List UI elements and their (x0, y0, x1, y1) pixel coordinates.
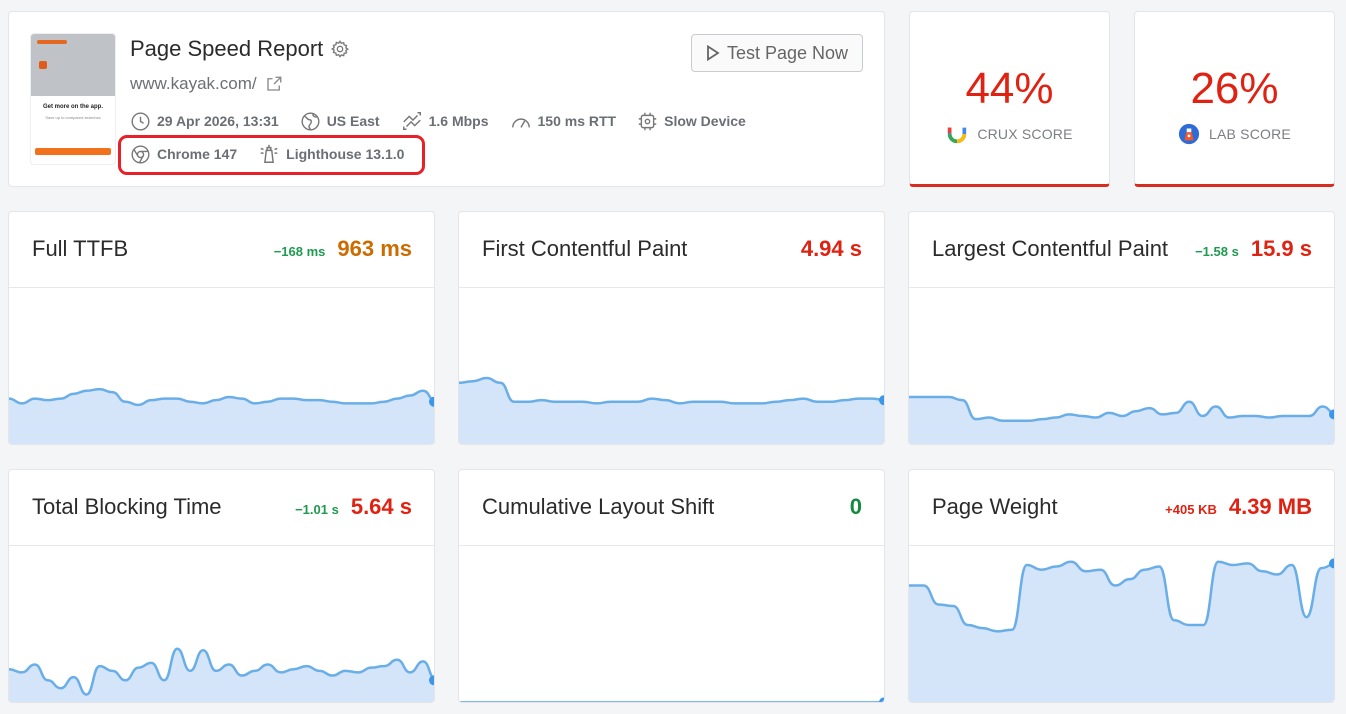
metric-values: −168 ms 963 ms (274, 236, 412, 262)
external-link-icon[interactable] (265, 75, 283, 93)
meta-label: US East (326, 113, 380, 129)
metric-name: Largest Contentful Paint (932, 236, 1169, 261)
test-page-now-label: Test Page Now (726, 42, 849, 63)
thumbnail-subline: Save up to compared searches (45, 115, 101, 120)
metric-card-full-ttfb[interactable]: Full TTFB −168 ms 963 ms (8, 211, 435, 445)
metric-values: 0 (838, 494, 862, 520)
crux-score-card[interactable]: 44% CRUX SCORE (909, 11, 1110, 187)
meta-item: 150 ms RTT (510, 110, 617, 132)
crux-logo-icon (948, 127, 967, 144)
metric-name: Page Weight (932, 494, 1058, 519)
metric-name: Total Blocking Time (32, 494, 222, 519)
meta-label: 29 Apr 2026, 13:31 (157, 113, 279, 129)
metric-header: First Contentful Paint 4.94 s (459, 212, 884, 288)
metric-header: Full TTFB −168 ms 963 ms (9, 212, 434, 288)
metric-card-first-contentful-paint[interactable]: First Contentful Paint 4.94 s (458, 211, 885, 445)
connection-speed-icon (402, 112, 421, 130)
report-header-card: Get more on the app. Save up to compared… (8, 11, 885, 187)
clock-icon (131, 111, 150, 131)
meta-item: Slow Device (637, 111, 746, 132)
crux-score-label-row: CRUX SCORE (910, 123, 1109, 145)
metric-delta: −1.58 s (1195, 244, 1239, 259)
metric-value: 15.9 s (1250, 236, 1312, 261)
gear-icon[interactable] (330, 39, 350, 59)
page-url-row: www.kayak.com/ (130, 74, 283, 94)
metric-header: Cumulative Layout Shift 0 (459, 470, 884, 546)
page-url-link[interactable]: www.kayak.com/ (130, 74, 257, 94)
crux-score-value: 44% (965, 64, 1054, 113)
globe-icon (301, 111, 320, 131)
sparkline-area (9, 648, 434, 702)
metric-value: 0 (849, 494, 862, 519)
metric-name: Full TTFB (32, 236, 129, 261)
metric-delta: +405 KB (1165, 502, 1217, 517)
metric-value: 4.94 s (800, 236, 862, 261)
metric-header: Total Blocking Time −1.01 s 5.64 s (9, 470, 434, 546)
meta-item: 1.6 Mbps (401, 110, 489, 132)
metric-value: 963 ms (337, 236, 412, 261)
meta-label: 150 ms RTT (537, 113, 617, 129)
metric-trend-sparkline (459, 376, 884, 444)
test-settings-row: 29 Apr 2026, 13:31 US East 1.6 Mbps 150 … (130, 110, 767, 132)
metric-card-total-blocking-time[interactable]: Total Blocking Time −1.01 s 5.64 s (8, 469, 435, 703)
metric-trend-sparkline (9, 647, 434, 702)
metric-delta: −168 ms (273, 244, 326, 259)
sparkline-area (459, 702, 885, 703)
metric-header: Largest Contentful Paint −1.58 s 15.9 s (909, 212, 1334, 288)
metric-trend-sparkline (909, 395, 1334, 444)
lab-score-value: 26% (1190, 64, 1279, 113)
metric-value: 4.39 MB (1228, 494, 1312, 519)
lab-score-label: LAB SCORE (1209, 126, 1291, 142)
metric-trend-sparkline (909, 558, 1334, 702)
latency-gauge-icon (511, 118, 530, 128)
metric-name: Cumulative Layout Shift (482, 494, 715, 519)
metric-values: 4.94 s (789, 236, 862, 262)
meta-item: US East (300, 111, 380, 132)
test-page-now-button[interactable]: Test Page Now (691, 34, 863, 72)
metric-trend-sparkline (9, 387, 434, 444)
metric-card-largest-contentful-paint[interactable]: Largest Contentful Paint −1.58 s 15.9 s (908, 211, 1335, 445)
metric-value: 5.64 s (350, 494, 412, 519)
metric-values: −1.58 s 15.9 s (1195, 236, 1312, 262)
meta-label: Slow Device (664, 113, 746, 129)
metric-name: First Contentful Paint (482, 236, 688, 261)
metric-delta: −1.01 s (295, 502, 339, 517)
page-title-row: Page Speed Report (130, 36, 350, 62)
metric-header: Page Weight +405 KB 4.39 MB (909, 470, 1334, 546)
sparkline-area (909, 397, 1334, 444)
meta-label: 1.6 Mbps (428, 113, 489, 129)
sparkline-line (459, 376, 884, 405)
crux-score-label: CRUX SCORE (977, 126, 1073, 142)
metric-card-page-weight[interactable]: Page Weight +405 KB 4.39 MB (908, 469, 1335, 703)
metric-values: −1.01 s 5.64 s (295, 494, 412, 520)
lab-score-card[interactable]: 26% LAB SCORE (1134, 11, 1335, 187)
lab-score-label-row: LAB SCORE (1135, 123, 1334, 145)
highlight-annotation-box (118, 135, 425, 175)
meta-item: 29 Apr 2026, 13:31 (130, 111, 279, 132)
sparkline-line (909, 395, 1334, 422)
metric-values: +405 KB 4.39 MB (1165, 494, 1312, 520)
cpu-chip-icon (638, 112, 657, 130)
lab-logo-icon (1178, 123, 1200, 145)
metric-trend-sparkline (459, 697, 885, 703)
thumbnail-headline: Get more on the app. (42, 104, 103, 110)
metric-card-cumulative-layout-shift[interactable]: Cumulative Layout Shift 0 (458, 469, 885, 703)
sparkline-latest-point[interactable] (879, 697, 885, 703)
page-screenshot-thumbnail[interactable]: Get more on the app. Save up to compared… (31, 34, 115, 164)
sparkline-area (459, 378, 884, 444)
page-title: Page Speed Report (130, 36, 324, 61)
play-icon (707, 45, 720, 61)
